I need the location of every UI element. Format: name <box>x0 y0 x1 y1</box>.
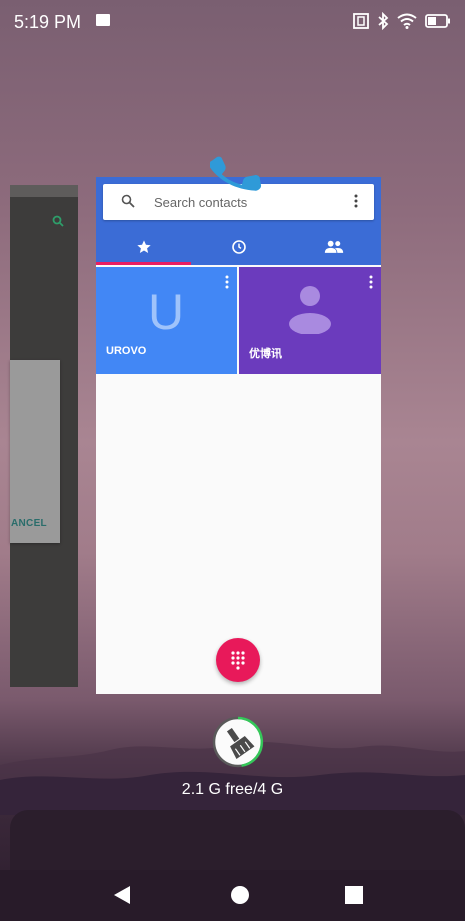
status-time: 5:19 PM <box>14 12 82 32</box>
image-notification-icon <box>96 14 110 26</box>
left-app-header <box>10 185 78 197</box>
contacts-tabs <box>96 229 381 265</box>
battery-icon <box>425 14 450 28</box>
contact-initial: U <box>148 284 185 340</box>
group-icon <box>324 240 343 253</box>
favorite-contact-tile[interactable]: U UROVO <box>96 267 237 374</box>
phone-app-icon <box>210 156 262 191</box>
back-icon[interactable] <box>112 884 132 906</box>
status-icons <box>353 12 451 30</box>
default-avatar-icon <box>289 286 331 334</box>
tab-recents[interactable] <box>191 229 286 265</box>
search-icon <box>52 215 64 227</box>
memory-usage-label: 2.1 G free/4 G <box>181 781 284 798</box>
clock-icon <box>231 240 246 254</box>
nfc-icon <box>353 13 369 29</box>
contact-name: 优博讯 <box>249 348 282 360</box>
recent-app-card-contacts[interactable]: Search contacts U UROVO 优博讯 <box>96 177 381 694</box>
left-app-dialog <box>10 360 60 543</box>
cancel-button[interactable]: ANCEL <box>11 518 47 529</box>
more-vert-icon[interactable] <box>354 194 358 208</box>
status-bar: 5:19 PM <box>0 0 465 34</box>
star-icon <box>136 240 151 253</box>
tab-contacts[interactable] <box>286 229 381 265</box>
more-vert-icon[interactable] <box>225 275 229 289</box>
wifi-icon <box>397 13 417 29</box>
recents-icon[interactable] <box>343 884 365 906</box>
tab-favorites[interactable] <box>96 229 191 265</box>
contact-name: UROVO <box>106 345 147 357</box>
dialpad-icon <box>231 651 245 670</box>
dock-area <box>10 810 465 870</box>
home-icon[interactable] <box>229 884 251 906</box>
favorite-contact-tile[interactable]: 优博讯 <box>239 267 381 374</box>
navigation-bar <box>0 870 465 921</box>
dialpad-button[interactable] <box>216 638 260 682</box>
search-icon <box>121 194 135 208</box>
memory-cleaner-button[interactable] <box>210 714 266 770</box>
more-vert-icon[interactable] <box>369 275 373 289</box>
recent-app-card-left[interactable]: ANCEL <box>10 185 78 687</box>
bluetooth-icon <box>378 12 389 30</box>
